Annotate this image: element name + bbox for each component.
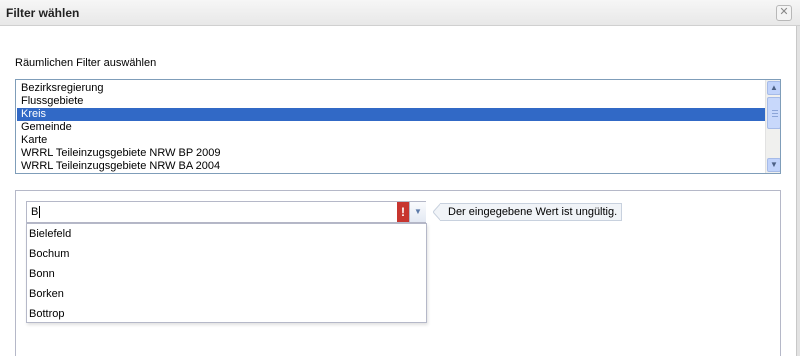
- error-tooltip: Der eingegebene Wert ist ungültig.: [440, 203, 623, 221]
- dropdown-option[interactable]: Borken: [27, 284, 426, 304]
- window-edge: [796, 26, 800, 356]
- chevron-down-icon[interactable]: ▼: [409, 202, 426, 222]
- spatial-filter-label: Räumlichen Filter auswählen: [15, 57, 157, 69]
- dropdown-option[interactable]: Bottrop: [27, 304, 426, 324]
- dropdown-option[interactable]: Bochum: [27, 244, 426, 264]
- grip-line: [772, 110, 778, 111]
- list-item[interactable]: Flussgebiete: [17, 95, 765, 108]
- list-item[interactable]: Karte: [17, 134, 765, 147]
- grip-line: [772, 116, 778, 117]
- close-icon[interactable]: ✕: [776, 5, 792, 21]
- arrow-down-icon[interactable]: ▼: [767, 158, 780, 172]
- arrow-up-icon[interactable]: ▲: [767, 81, 780, 95]
- list-item[interactable]: Gemeinde: [17, 121, 765, 134]
- text-caret: [39, 206, 40, 218]
- dialog-titlebar[interactable]: Filter wählen ✕: [0, 0, 800, 26]
- filter-value-combobox[interactable]: ! ▼: [26, 201, 426, 223]
- list-item-selected[interactable]: Kreis: [17, 108, 765, 121]
- spatial-filter-listbox[interactable]: Bezirksregierung Flussgebiete Kreis Geme…: [15, 79, 781, 174]
- dialog-title: Filter wählen: [6, 6, 80, 20]
- list-item[interactable]: Bezirksregierung: [17, 82, 765, 95]
- list-item[interactable]: WRRL Teileinzugsgebiete NRW BP 2009: [17, 147, 765, 160]
- scrollbar-thumb[interactable]: [767, 97, 780, 129]
- filter-dialog: Filter wählen ✕ Räumlichen Filter auswäh…: [0, 0, 800, 356]
- dropdown-option[interactable]: Bonn: [27, 264, 426, 284]
- dropdown-option[interactable]: Bielefeld: [27, 224, 426, 244]
- list-item[interactable]: WRRL Teileinzugsgebiete NRW BA 2004: [17, 160, 765, 173]
- grip-line: [772, 113, 778, 114]
- suggestion-dropdown[interactable]: Bielefeld Bochum Bonn Borken Bottrop: [26, 223, 427, 323]
- filter-value-input[interactable]: [27, 202, 395, 222]
- listbox-scrollbar[interactable]: ▲ ▼: [765, 80, 780, 173]
- error-icon: !: [397, 202, 409, 222]
